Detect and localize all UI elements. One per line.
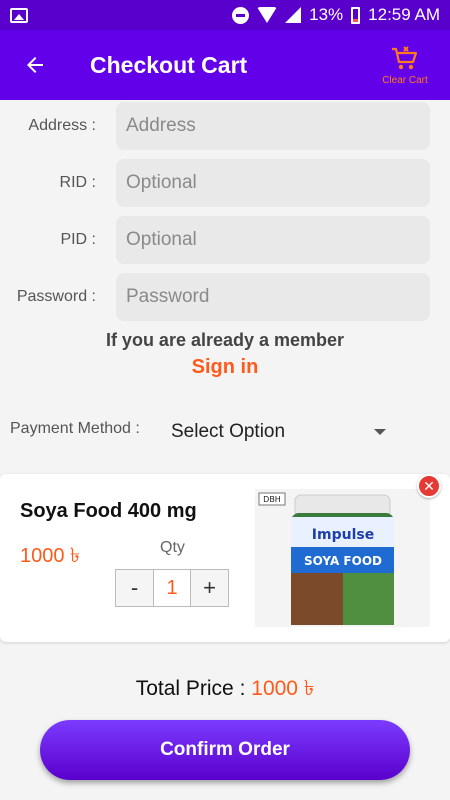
remove-item-button[interactable]: ✕ xyxy=(417,474,441,498)
confirm-order-button[interactable]: Confirm Order xyxy=(40,720,410,780)
image-brand-text: Impulse xyxy=(312,527,374,543)
address-input[interactable] xyxy=(116,102,430,150)
image-notification-icon xyxy=(10,7,28,23)
qty-label: Qty xyxy=(160,539,185,556)
quantity-stepper: - 1 + xyxy=(115,569,229,607)
do-not-disturb-icon xyxy=(232,6,250,24)
battery-percent: 13% xyxy=(309,5,344,24)
wifi-icon xyxy=(257,7,278,23)
qty-value: 1 xyxy=(153,570,191,606)
clear-cart-button[interactable]: Clear Cart xyxy=(360,45,450,86)
back-button[interactable] xyxy=(0,30,70,100)
battery-icon xyxy=(351,6,361,24)
clock: 12:59 AM xyxy=(368,5,440,24)
pid-input[interactable] xyxy=(116,216,430,264)
payment-selected-value: Select Option xyxy=(171,421,286,442)
total-price-label: Total Price : xyxy=(135,677,246,700)
page-title: Checkout Cart xyxy=(90,51,248,78)
rid-label: RID : xyxy=(59,174,96,191)
rid-input[interactable] xyxy=(116,159,430,207)
payment-method-row: Payment Method : Select Option xyxy=(0,410,450,454)
payment-method-label: Payment Method : xyxy=(10,420,140,437)
total-price-value: 1000 ৳ xyxy=(251,677,315,700)
status-bar: 13% 12:59 AM xyxy=(0,0,450,30)
qty-increase-button[interactable]: + xyxy=(191,570,228,606)
rid-row: RID : xyxy=(0,159,450,207)
address-label: Address : xyxy=(28,117,96,134)
cell-signal-icon xyxy=(285,7,302,23)
close-icon: ✕ xyxy=(423,477,435,494)
app-bar: Checkout Cart Clear Cart xyxy=(0,30,450,100)
product-price: 1000 ৳ xyxy=(20,545,81,567)
product-name: Soya Food 400 mg xyxy=(20,500,197,522)
signin-link[interactable]: Sign in xyxy=(0,356,450,379)
clear-cart-label: Clear Cart xyxy=(382,74,428,86)
password-input[interactable] xyxy=(116,273,430,321)
qty-decrease-button[interactable]: - xyxy=(116,570,153,606)
pid-label: PID : xyxy=(60,231,96,248)
image-badge-text: DBH xyxy=(263,495,281,504)
arrow-left-icon xyxy=(27,57,43,73)
member-prompt: If you are already a member xyxy=(105,330,345,350)
pid-row: PID : xyxy=(0,216,450,264)
cart-remove-icon xyxy=(392,45,418,69)
password-row: Password : xyxy=(0,273,450,321)
password-label: Password : xyxy=(16,288,96,305)
address-row: Address : xyxy=(0,102,450,150)
image-product-text: SOYA FOOD xyxy=(304,554,382,568)
payment-method-select[interactable]: Select Option xyxy=(171,419,396,445)
total-price-row: Total Price : 1000 ৳ xyxy=(0,672,450,707)
product-image: DBH Impulse SOYA FOOD xyxy=(255,489,430,627)
cart-item-card: Soya Food 400 mg 1000 ৳ Qty - 1 + DBH Im… xyxy=(0,474,450,642)
chevron-down-icon xyxy=(374,429,386,435)
